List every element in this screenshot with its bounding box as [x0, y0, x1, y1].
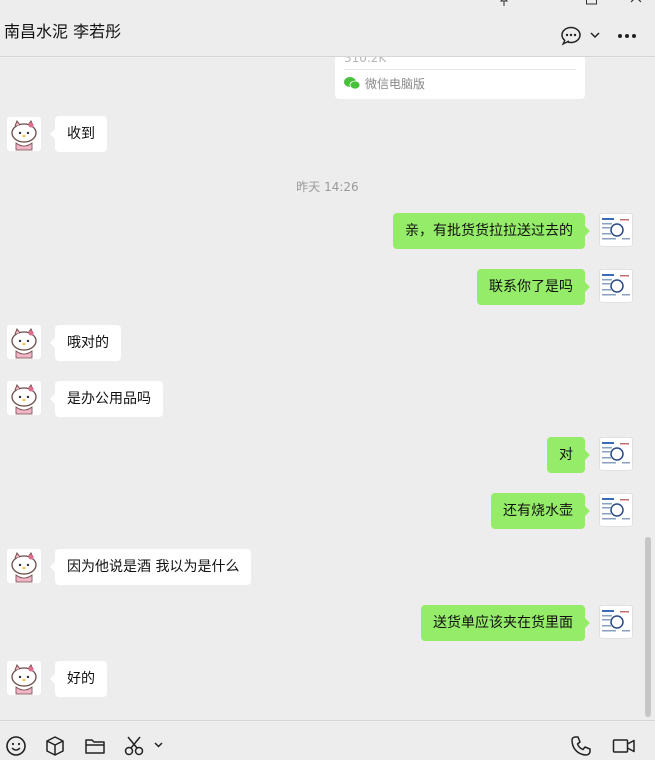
time-separator: 昨天 14:26 — [296, 180, 359, 194]
scrollbar[interactable] — [645, 537, 651, 717]
contact-avatar[interactable] — [7, 117, 41, 151]
scissors-icon[interactable] — [123, 735, 167, 757]
my-avatar[interactable] — [599, 213, 633, 247]
message-list[interactable]: 310.2K 微信电脑版 收到 昨天 14:26 亲，有批货货拉拉送过去的 联系… — [0, 57, 655, 720]
maximize-icon[interactable] — [582, 0, 600, 10]
phone-icon[interactable] — [570, 735, 592, 757]
wechat-icon — [344, 77, 360, 90]
chat-header: 南昌水泥 李若彤 — [0, 0, 655, 57]
message-bubble[interactable]: 因为他说是酒 我以为是什么 — [49, 549, 252, 585]
input-toolbar — [0, 720, 655, 760]
card-divider — [344, 69, 576, 70]
my-avatar[interactable] — [599, 269, 633, 303]
my-avatar[interactable] — [599, 605, 633, 639]
message-bubble[interactable]: 送货单应该夹在货里面 — [421, 605, 590, 641]
chat-bubble-icon — [561, 26, 600, 46]
message-bubble[interactable]: 对 — [547, 437, 590, 473]
chat-info-button[interactable] — [560, 26, 602, 46]
pin-icon[interactable] — [495, 0, 513, 10]
my-avatar[interactable] — [599, 437, 633, 471]
chat-title: 南昌水泥 李若彤 — [4, 22, 122, 41]
folder-icon[interactable] — [84, 735, 106, 757]
more-button[interactable] — [616, 26, 638, 46]
more-icon — [618, 34, 636, 38]
contact-avatar[interactable] — [7, 661, 41, 695]
message-bubble[interactable]: 亲，有批货货拉拉送过去的 — [393, 213, 590, 249]
message-bubble[interactable]: 联系你了是吗 — [477, 269, 590, 305]
message-bubble[interactable]: 还有烧水壶 — [491, 493, 590, 529]
file-size: 310.2K — [344, 57, 387, 65]
contact-avatar[interactable] — [7, 325, 41, 359]
contact-avatar[interactable] — [7, 549, 41, 583]
file-card[interactable]: 310.2K 微信电脑版 — [335, 57, 585, 99]
my-avatar[interactable] — [599, 493, 633, 527]
video-icon[interactable] — [612, 735, 636, 757]
message-bubble[interactable]: 是办公用品吗 — [50, 381, 163, 417]
card-source: 微信电脑版 — [365, 77, 426, 91]
close-icon[interactable] — [627, 0, 645, 10]
emoji-icon[interactable] — [5, 735, 27, 757]
message-bubble[interactable]: 好的 — [50, 661, 107, 697]
message-bubble[interactable]: 收到 — [50, 116, 107, 152]
contact-avatar[interactable] — [7, 381, 41, 415]
message-bubble[interactable]: 哦对的 — [50, 325, 121, 361]
cube-icon[interactable] — [44, 735, 66, 757]
